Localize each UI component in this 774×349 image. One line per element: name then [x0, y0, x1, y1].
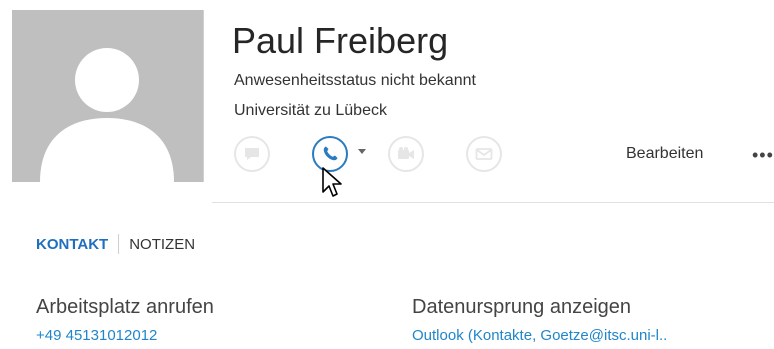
call-options-chevron-down-icon[interactable] [358, 149, 366, 154]
header-divider [212, 202, 774, 203]
avatar [12, 10, 204, 182]
mouse-pointer-icon [322, 167, 342, 197]
work-phone-label: Arbeitsplatz anrufen [36, 296, 214, 318]
tab-separator [118, 234, 120, 254]
edit-button[interactable]: Bearbeiten [626, 145, 703, 163]
source-label: Datenursprung anzeigen [412, 296, 632, 318]
email-icon [475, 148, 493, 160]
contact-name: Paul Freiberg [232, 20, 449, 61]
chat-bubble-icon [245, 148, 259, 160]
video-call-button[interactable] [388, 136, 424, 172]
source-link[interactable]: Outlook (Kontakte, Goetze@itsc.uni-l.. [412, 327, 667, 344]
company-name: Universität zu Lübeck [234, 102, 387, 119]
work-phone-link[interactable]: +49 45131012012 [36, 327, 157, 344]
phone-icon [323, 146, 338, 161]
person-silhouette-icon [12, 10, 203, 182]
chat-button[interactable] [234, 136, 270, 172]
video-camera-icon [398, 147, 414, 159]
tab-kontakt[interactable]: KONTAKT [36, 236, 108, 253]
more-options-button[interactable]: ••• [752, 145, 774, 166]
tab-notizen[interactable]: NOTIZEN [129, 236, 195, 253]
email-button[interactable] [466, 136, 502, 172]
presence-status: Anwesenheitsstatus nicht bekannt [234, 72, 476, 89]
tab-bar: KONTAKT NOTIZEN [36, 234, 195, 254]
